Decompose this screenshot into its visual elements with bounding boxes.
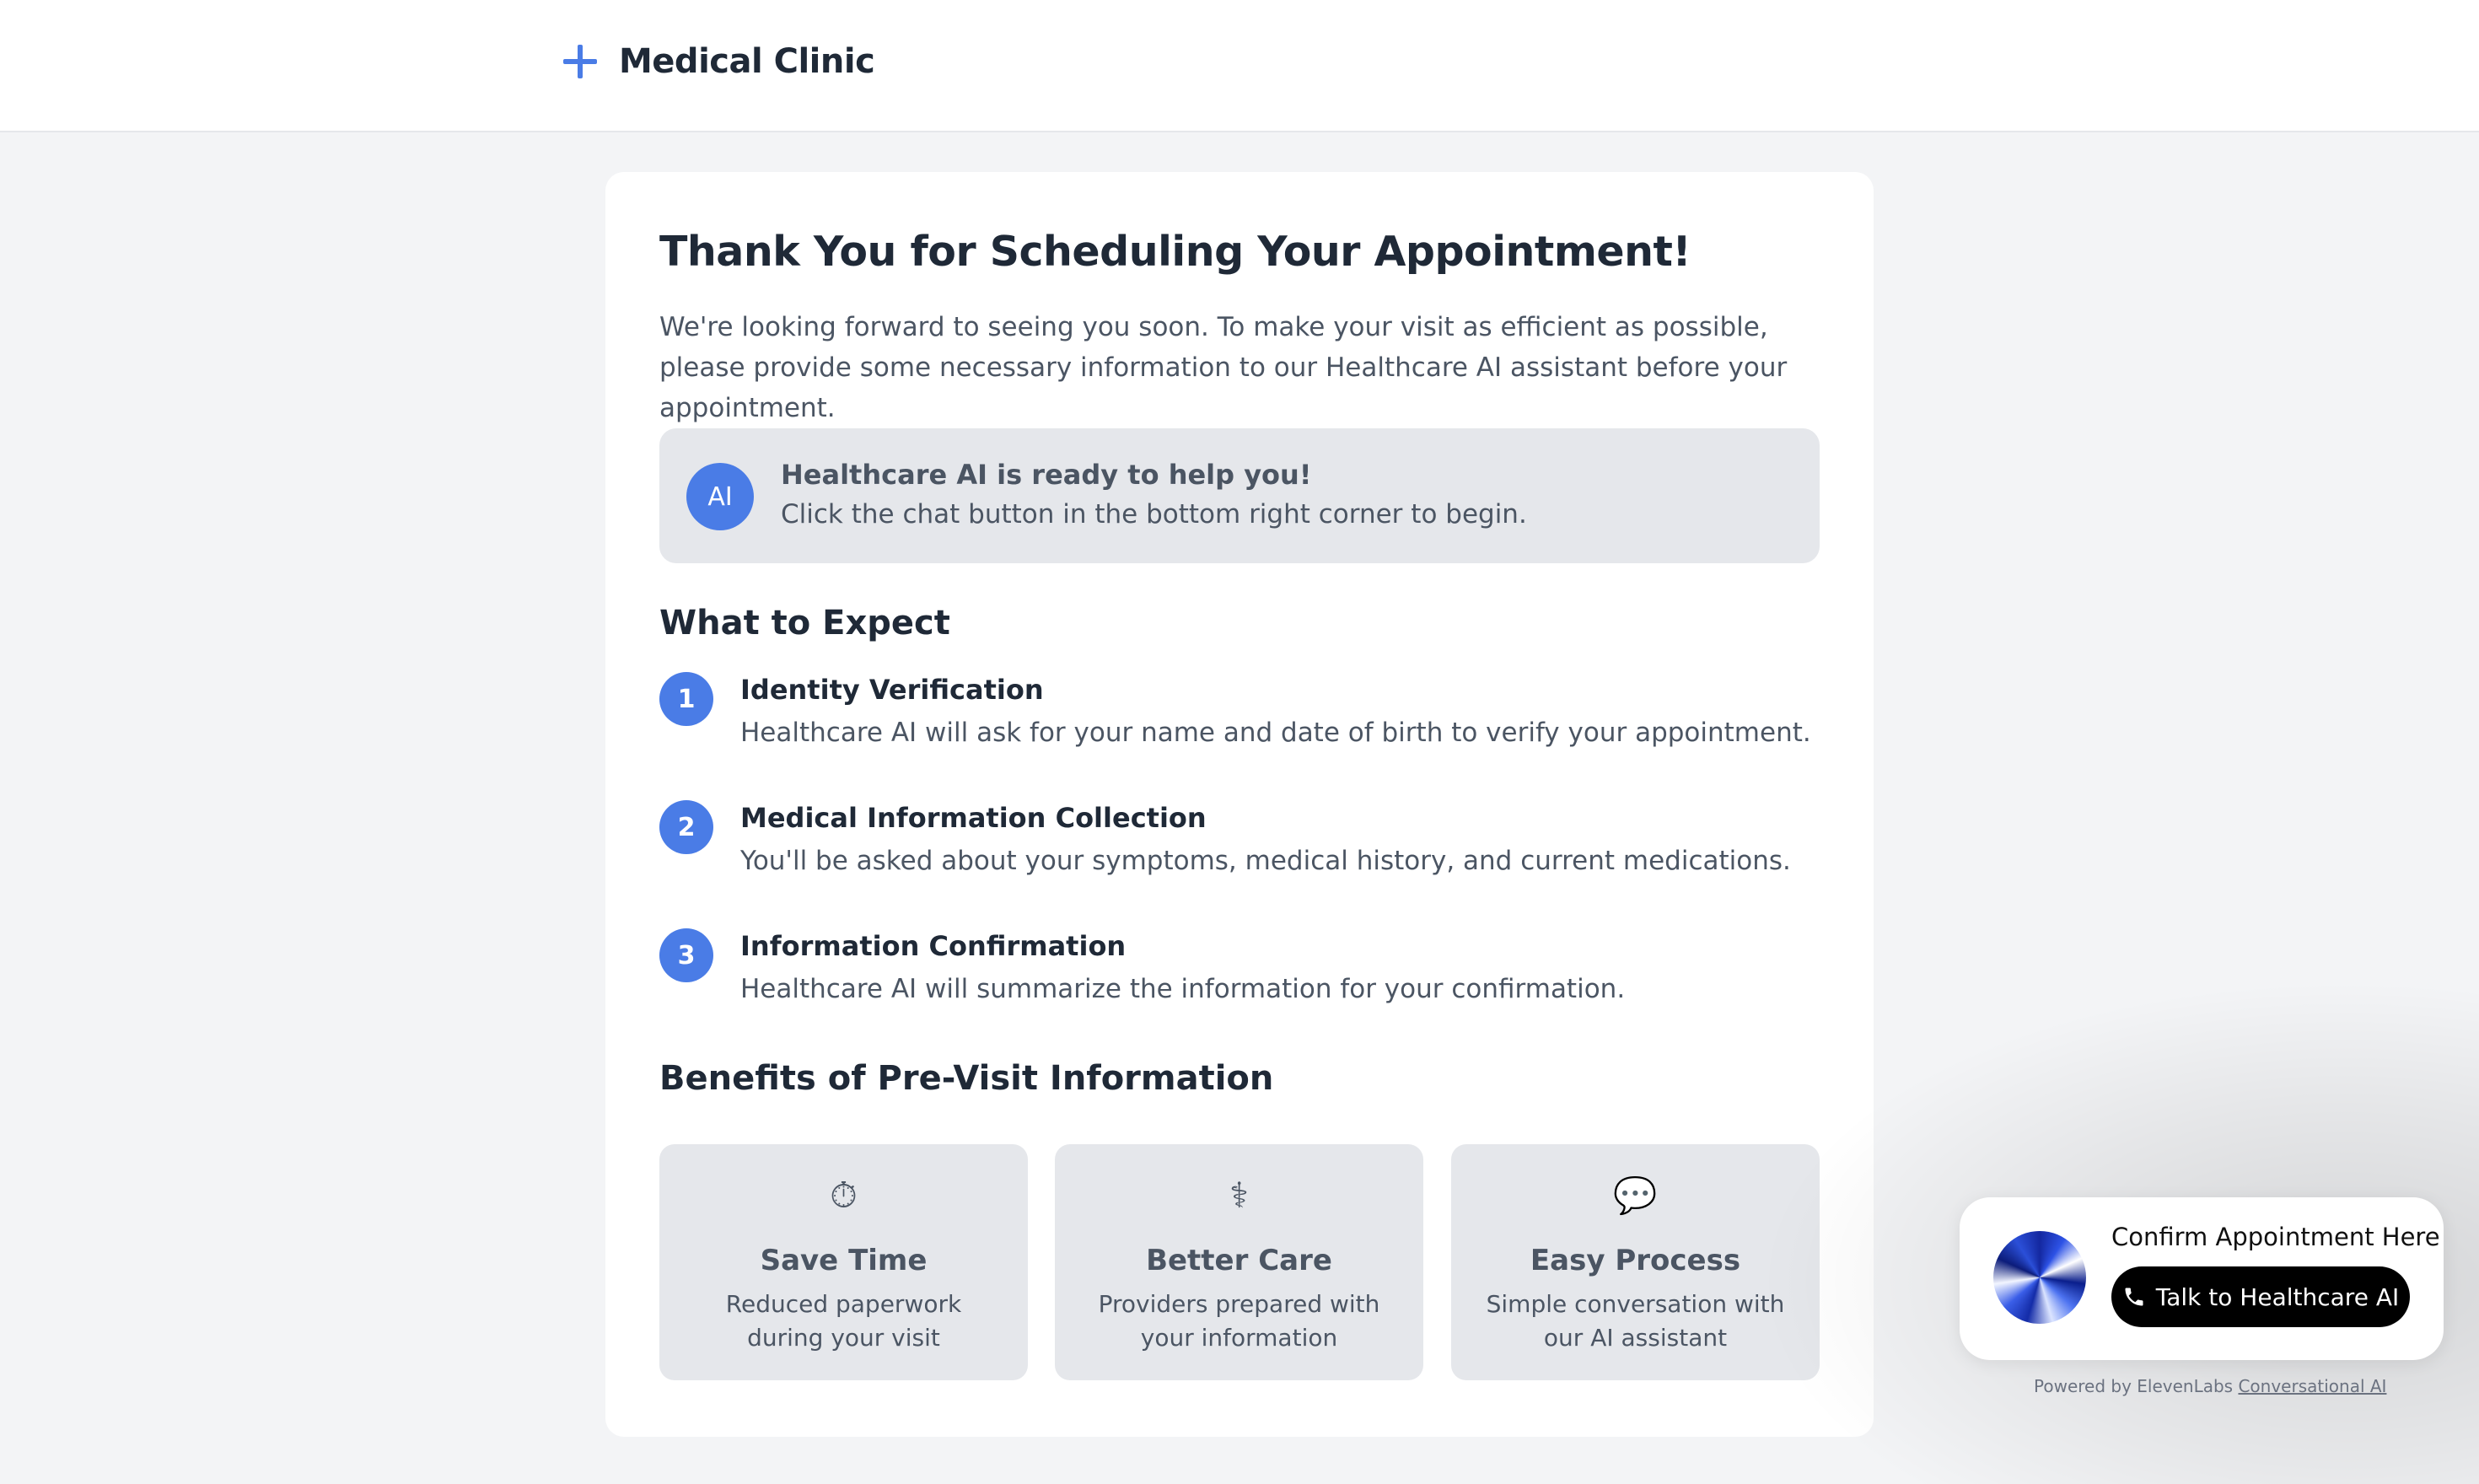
benefit-description: Providers prepared with your information [1098,1290,1380,1352]
top-navigation-bar: Medical Clinic [0,0,2479,132]
main-card: Thank You for Scheduling Your Appointmen… [605,172,1874,1437]
benefit-description: Simple conversation with our AI assistan… [1486,1290,1785,1352]
powered-by-footer: Powered by ElevenLabs Conversational AI [2034,1376,2386,1396]
step-title: Identity Verification [740,674,1044,706]
powered-by-text: Powered by ElevenLabs [2034,1376,2239,1396]
stopwatch-icon: ⏱ [830,1175,858,1216]
step-number-badge: 1 [659,672,713,726]
benefit-title: Better Care [1146,1244,1332,1277]
step-item: 3 Information Confirmation Healthcare AI… [659,928,1823,1021]
intro-text: We're looking forward to seeing you soon… [659,312,1788,423]
what-to-expect-heading: What to Expect [659,604,950,643]
plus-icon [563,45,597,78]
step-item: 1 Identity Verification Healthcare AI wi… [659,672,1823,765]
ai-notice-box: AI Healthcare AI is ready to help you! C… [659,428,1820,563]
talk-button-label: Talk to Healthcare AI [2155,1282,2400,1311]
benefit-card-save-time: ⏱ Save Time Reduced paperwork during you… [659,1144,1028,1380]
step-number-badge: 2 [659,800,713,854]
assistant-orb-avatar[interactable] [1993,1231,2086,1324]
widget-title: Confirm Appointment Here [2111,1223,2440,1251]
brand-name: Medical Clinic [619,42,875,81]
benefit-description: Reduced paperwork during your visit [725,1290,962,1352]
stethoscope-icon: ⚕ [1229,1175,1249,1216]
ai-notice-subtitle: Click the chat button in the bottom righ… [781,499,1527,530]
step-item: 2 Medical Information Collection You'll … [659,800,1823,893]
step-description: Healthcare AI will ask for your name and… [740,718,1811,748]
ai-notice-title: Healthcare AI is ready to help you! [781,459,1312,491]
benefit-title: Save Time [760,1244,928,1277]
step-description: You'll be asked about your symptoms, med… [740,846,1791,876]
step-title: Information Confirmation [740,930,1127,962]
benefits-heading: Benefits of Pre-Visit Information [659,1059,1274,1098]
step-number-badge: 3 [659,928,713,982]
voice-assistant-widget: Confirm Appointment Here Talk to Healthc… [1960,1197,2444,1360]
brand[interactable]: Medical Clinic [563,42,875,81]
phone-icon [2125,1288,2143,1306]
talk-to-healthcare-ai-button[interactable]: Talk to Healthcare AI [2111,1266,2410,1327]
conversational-ai-link[interactable]: Conversational AI [2238,1376,2386,1396]
benefit-card-better-care: ⚕ Better Care Providers prepared with yo… [1055,1144,1423,1380]
page-title: Thank You for Scheduling Your Appointmen… [659,228,1691,276]
step-title: Medical Information Collection [740,802,1207,834]
ai-avatar: AI [686,463,754,530]
step-description: Healthcare AI will summarize the informa… [740,974,1626,1004]
